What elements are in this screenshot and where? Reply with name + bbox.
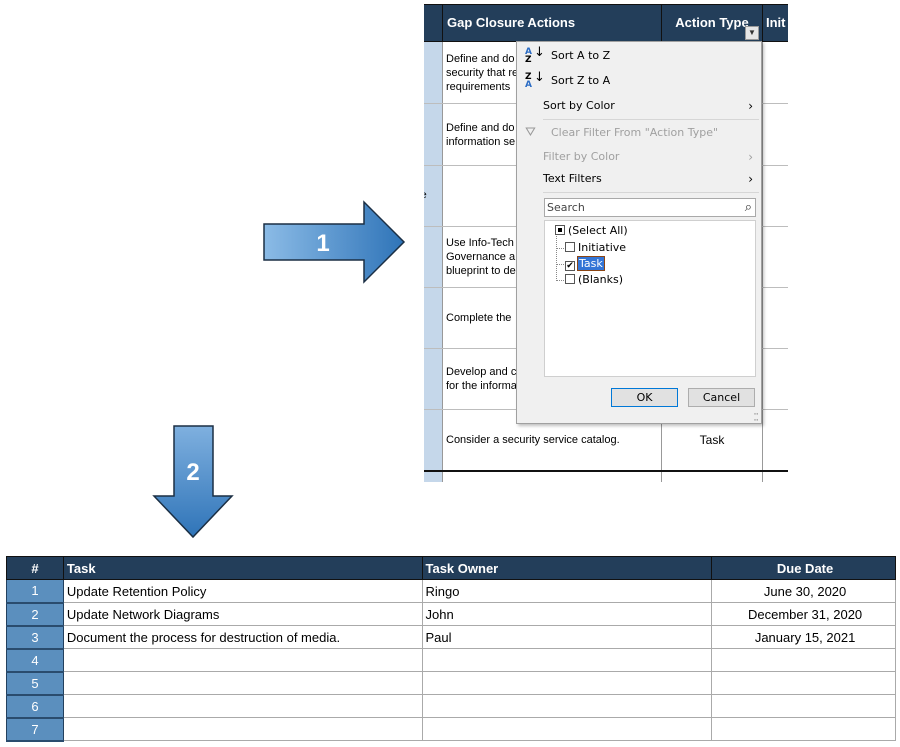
- right-arrow-icon: [263, 200, 406, 284]
- filter-values-list: (Select All) Initiative ✔ Task (Blanks): [544, 220, 756, 377]
- due-date-cell[interactable]: December 31, 2020: [711, 602, 896, 626]
- task-cell[interactable]: [62, 694, 423, 718]
- task-table: # Task Task Owner Due Date 1 Update Rete…: [6, 556, 896, 742]
- owner-cell[interactable]: John: [421, 602, 713, 626]
- checkbox-unchecked-icon[interactable]: [565, 242, 575, 252]
- row-number: 6: [6, 694, 64, 719]
- row-left-cell: [424, 472, 443, 482]
- header-next-column: Init: [766, 15, 786, 30]
- owner-cell[interactable]: Paul: [421, 625, 713, 649]
- header-cell-partial: [424, 5, 443, 41]
- due-date-cell[interactable]: [711, 694, 896, 718]
- row-number: 4: [6, 648, 64, 673]
- row-left-cell: [424, 410, 443, 470]
- owner-cell[interactable]: [421, 671, 713, 695]
- sort-descending-icon: Z A ↓: [525, 70, 545, 90]
- header-due-date: Due Date: [711, 556, 896, 580]
- table-row: 3 Document the process for destruction o…: [6, 625, 896, 650]
- row-number: 2: [6, 602, 64, 627]
- task-cell[interactable]: Update Retention Policy: [62, 579, 423, 603]
- due-date-cell[interactable]: [711, 648, 896, 672]
- due-date-cell[interactable]: June 30, 2020: [711, 579, 896, 603]
- header-action-type: Action Type ▼: [662, 5, 763, 41]
- menu-separator: [543, 119, 759, 120]
- row-number: 1: [6, 579, 64, 604]
- checkbox-partial-icon[interactable]: [555, 225, 565, 235]
- sheet-header-row: Gap Closure Actions Action Type ▼ Init: [424, 4, 788, 42]
- header-task-owner: Task Owner: [421, 556, 713, 580]
- filter-by-color-item[interactable]: Filter by Color ›: [517, 146, 761, 168]
- chevron-right-icon: ›: [748, 99, 753, 113]
- step-1-label: 1: [316, 230, 329, 257]
- tree-connector: [556, 248, 564, 249]
- tree-connector: [556, 264, 564, 265]
- row-left-cell: [424, 349, 443, 409]
- table-row: 7: [6, 717, 896, 742]
- row-number: 7: [6, 717, 64, 742]
- table-row: 4: [6, 648, 896, 673]
- owner-cell[interactable]: [421, 648, 713, 672]
- due-date-cell[interactable]: January 15, 2021: [711, 625, 896, 649]
- table-row: 6: [6, 694, 896, 719]
- row-left-cell: r: [424, 227, 443, 287]
- row-left-cell: ude: [424, 166, 443, 226]
- sort-ascending-icon: A Z ↓: [525, 45, 545, 65]
- filter-option-blanks[interactable]: (Blanks): [565, 272, 623, 288]
- gap-cell[interactable]: [443, 472, 662, 482]
- clear-filter-icon: ⛛: [525, 125, 536, 140]
- menu-separator: [543, 192, 759, 193]
- ok-button[interactable]: OK: [611, 388, 678, 407]
- owner-cell[interactable]: [421, 694, 713, 718]
- table-row: 2 Update Network Diagrams John December …: [6, 602, 896, 627]
- chevron-right-icon: ›: [748, 150, 753, 164]
- row-number: 3: [6, 625, 64, 650]
- filter-option-select-all[interactable]: (Select All): [555, 223, 628, 239]
- owner-cell[interactable]: Ringo: [421, 579, 713, 603]
- header-task: Task: [62, 556, 423, 580]
- chevron-right-icon: ›: [748, 172, 753, 186]
- row-left-cell: hat y: [424, 42, 443, 103]
- text-filters-item[interactable]: Text Filters ›: [517, 168, 761, 190]
- due-date-cell[interactable]: [711, 717, 896, 741]
- clear-filter-item[interactable]: ⛛ Clear Filter From "Action Type": [517, 122, 761, 144]
- step-2-label: 2: [186, 459, 199, 486]
- task-table-header: # Task Task Owner Due Date: [6, 556, 896, 580]
- header-number: #: [6, 556, 64, 580]
- filter-dropdown-menu: A Z ↓ Sort A to Z Z A ↓ Sort Z to A Sort by …: [516, 41, 762, 424]
- row-left-cell: n: [424, 104, 443, 165]
- checkbox-unchecked-icon[interactable]: [565, 274, 575, 284]
- filter-search-input[interactable]: Search ⌕: [544, 198, 756, 217]
- checkbox-checked-icon[interactable]: ✔: [565, 261, 575, 271]
- action-type-cell[interactable]: [662, 472, 763, 482]
- sort-z-to-a-item[interactable]: Z A ↓ Sort Z to A: [517, 70, 761, 92]
- chevron-down-icon: ▼: [748, 28, 756, 37]
- table-row: 5: [6, 671, 896, 696]
- sheet-row: [424, 472, 788, 482]
- task-cell[interactable]: [62, 648, 423, 672]
- row-left-cell: [424, 288, 443, 348]
- tree-connector: [556, 280, 564, 281]
- task-cell[interactable]: Update Network Diagrams: [62, 602, 423, 626]
- search-icon: ⌕: [744, 200, 752, 215]
- task-cell[interactable]: [62, 671, 423, 695]
- step-1-arrow: 1: [263, 200, 406, 284]
- cancel-button[interactable]: Cancel: [688, 388, 755, 407]
- header-action-type-label: Action Type: [675, 15, 749, 30]
- sort-a-to-z-item[interactable]: A Z ↓ Sort A to Z: [517, 45, 761, 67]
- filter-dropdown-button[interactable]: ▼: [745, 26, 759, 40]
- filter-option-task[interactable]: ✔ Task: [565, 256, 605, 272]
- step-2-arrow: 2: [152, 425, 234, 539]
- filter-option-initiative[interactable]: Initiative: [565, 240, 626, 256]
- due-date-cell[interactable]: [711, 671, 896, 695]
- owner-cell[interactable]: [421, 717, 713, 741]
- header-gap-closure-actions: Gap Closure Actions: [443, 5, 662, 41]
- resize-grip-icon[interactable]: ⠤ ⠤: [753, 409, 759, 423]
- task-cell[interactable]: Document the process for destruction of …: [62, 625, 423, 649]
- sort-by-color-item[interactable]: Sort by Color ›: [517, 95, 761, 117]
- table-row: 1 Update Retention Policy Ringo June 30,…: [6, 579, 896, 604]
- row-number: 5: [6, 671, 64, 696]
- task-cell[interactable]: [62, 717, 423, 741]
